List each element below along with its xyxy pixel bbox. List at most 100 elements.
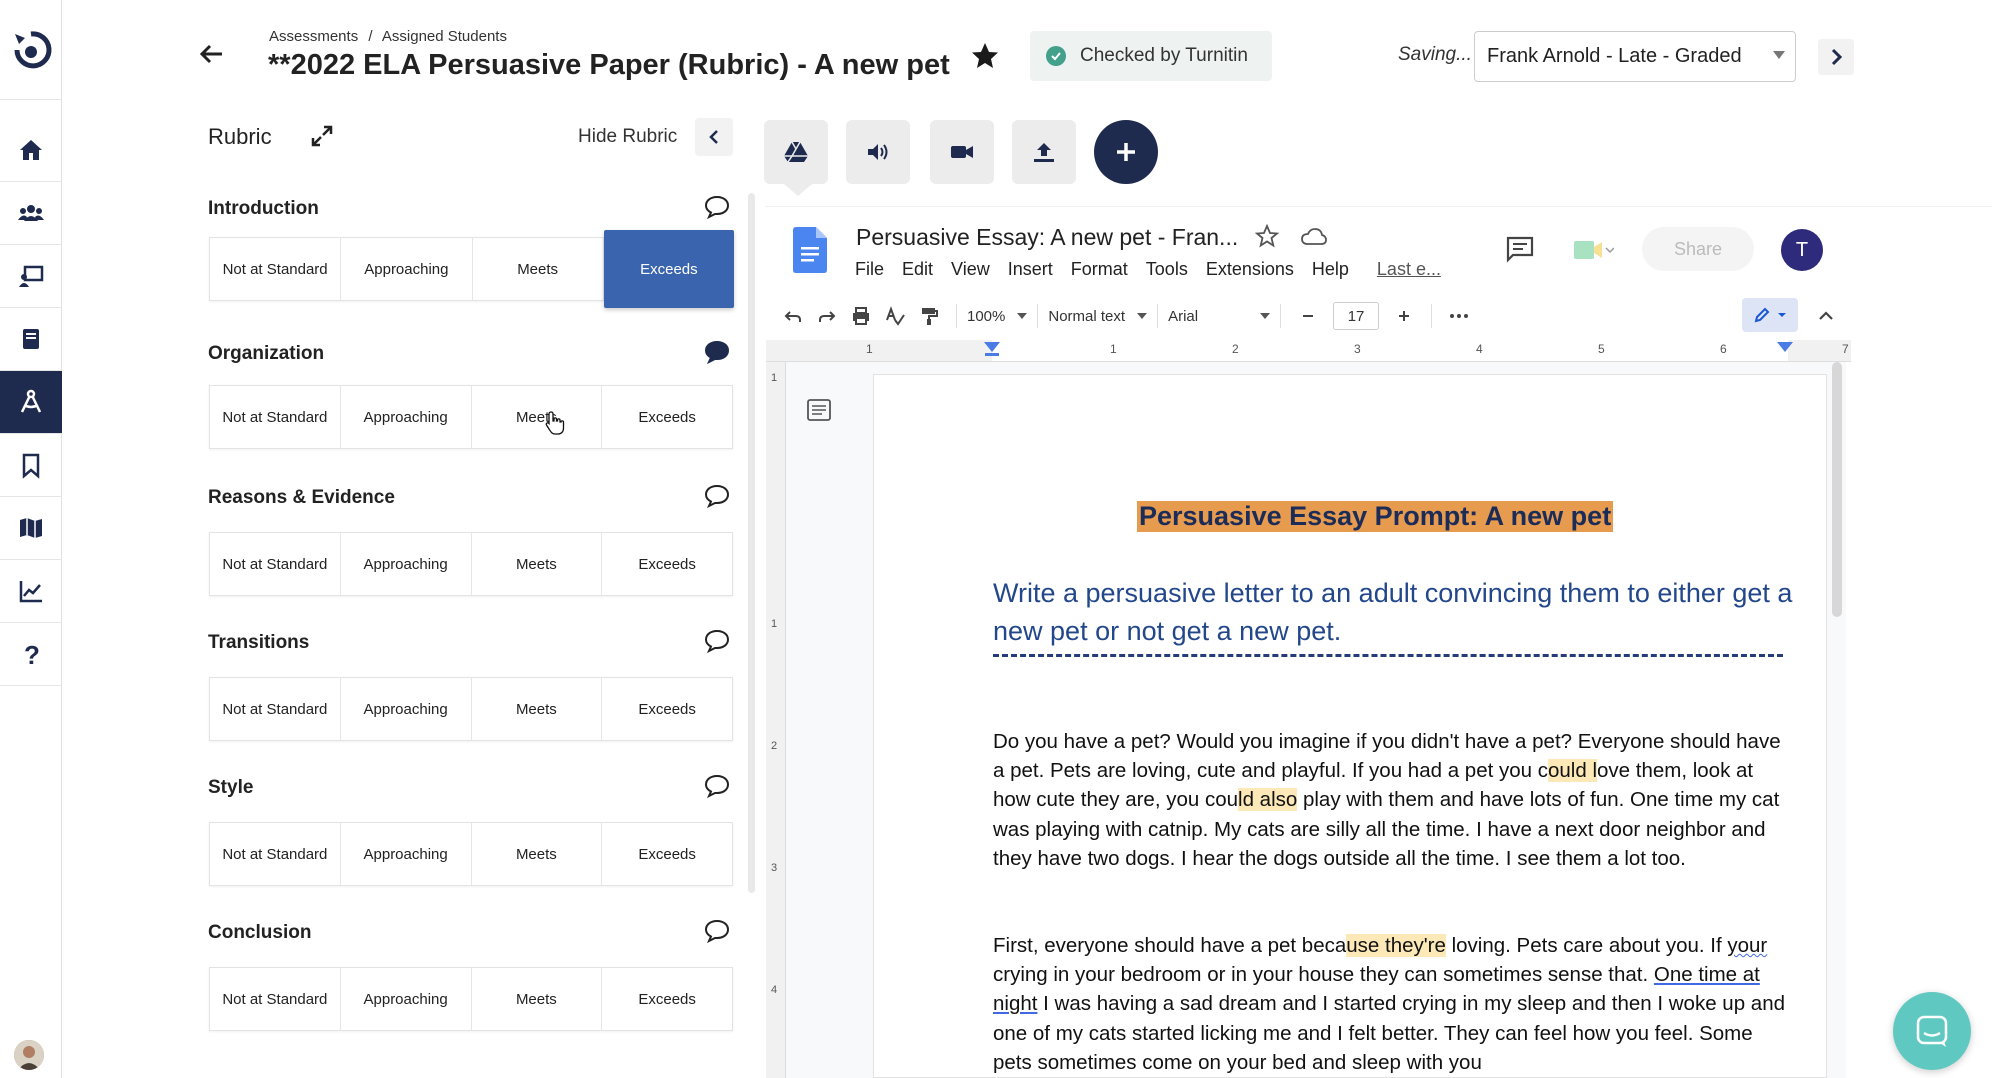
level-meets[interactable]: Meets xyxy=(473,238,604,300)
font-select[interactable]: Arial xyxy=(1168,308,1271,325)
doc-title[interactable]: Persuasive Essay: A new pet - Fran... xyxy=(856,224,1238,251)
menu-tools[interactable]: Tools xyxy=(1146,259,1188,280)
level-exceeds[interactable]: Exceeds xyxy=(602,386,732,448)
essay-paragraph-1[interactable]: Do you have a pet? Would you imagine if … xyxy=(993,727,1793,873)
indent-marker-icon[interactable] xyxy=(984,342,1000,356)
spellcheck-button[interactable] xyxy=(878,299,912,333)
level-not-at-standard[interactable]: Not at Standard xyxy=(210,823,341,885)
level-not-at-standard[interactable]: Not at Standard xyxy=(210,386,341,448)
document-outline-button[interactable] xyxy=(806,398,832,422)
menu-extensions[interactable]: Extensions xyxy=(1206,259,1294,280)
account-avatar[interactable]: T xyxy=(1781,229,1823,271)
increase-font-size-button[interactable] xyxy=(1387,299,1421,333)
level-exceeds[interactable]: Exceeds xyxy=(602,533,732,595)
doc-comments-button[interactable] xyxy=(1505,235,1535,263)
menu-view[interactable]: View xyxy=(951,259,990,280)
next-student-button[interactable] xyxy=(1818,39,1854,75)
level-exceeds-selected[interactable]: Exceeds xyxy=(603,230,734,308)
undo-button[interactable] xyxy=(776,299,810,333)
user-avatar[interactable] xyxy=(14,1040,44,1070)
editing-mode-button[interactable] xyxy=(1742,298,1798,332)
menu-edit[interactable]: Edit xyxy=(902,259,933,280)
vertical-ruler[interactable] xyxy=(766,362,786,1078)
font-size-input[interactable]: 17 xyxy=(1333,302,1380,330)
comment-button[interactable] xyxy=(703,628,731,654)
more-tools-button[interactable] xyxy=(1442,299,1476,333)
level-exceeds[interactable]: Exceeds xyxy=(602,823,732,885)
comment-button[interactable] xyxy=(703,483,731,509)
level-approaching[interactable]: Approaching xyxy=(341,823,472,885)
hide-menus-button[interactable] xyxy=(1812,302,1840,330)
comment-button-filled[interactable] xyxy=(703,339,731,365)
level-meets[interactable]: Meets xyxy=(472,823,603,885)
comment-button[interactable] xyxy=(703,194,731,220)
video-button[interactable] xyxy=(930,120,994,184)
level-meets[interactable]: Meets xyxy=(472,678,603,740)
essay-paragraph-2[interactable]: First, everyone should have a pet becaus… xyxy=(993,931,1793,1077)
add-button[interactable] xyxy=(1094,120,1158,184)
print-button[interactable] xyxy=(844,299,878,333)
level-not-at-standard[interactable]: Not at Standard xyxy=(210,533,341,595)
breadcrumb-assigned-students[interactable]: Assigned Students xyxy=(382,28,507,45)
level-meets[interactable]: Meets xyxy=(472,386,603,448)
menu-help[interactable]: Help xyxy=(1312,259,1349,280)
ruler-tick: 1 xyxy=(1110,342,1117,356)
favorite-button[interactable] xyxy=(970,41,1000,71)
last-edit-link[interactable]: Last e... xyxy=(1377,259,1441,280)
comment-button[interactable] xyxy=(703,918,731,944)
nav-reports[interactable] xyxy=(0,560,62,623)
nav-users[interactable] xyxy=(0,182,62,245)
redo-button[interactable] xyxy=(810,299,844,333)
level-approaching[interactable]: Approaching xyxy=(341,678,472,740)
audio-button[interactable] xyxy=(846,120,910,184)
level-not-at-standard[interactable]: Not at Standard xyxy=(210,968,341,1030)
level-exceeds[interactable]: Exceeds xyxy=(602,968,732,1030)
pencil-icon xyxy=(1754,307,1770,323)
doc-star-button[interactable] xyxy=(1254,223,1280,248)
level-approaching[interactable]: Approaching xyxy=(341,533,472,595)
app-logo[interactable] xyxy=(0,0,62,100)
home-icon xyxy=(20,140,42,160)
level-not-at-standard[interactable]: Not at Standard xyxy=(210,238,342,300)
rubric-scrollbar[interactable] xyxy=(748,193,755,893)
menu-insert[interactable]: Insert xyxy=(1008,259,1053,280)
level-not-at-standard[interactable]: Not at Standard xyxy=(210,678,341,740)
menu-format[interactable]: Format xyxy=(1071,259,1128,280)
zoom-select[interactable]: 100% xyxy=(967,308,1028,325)
google-meet-button[interactable] xyxy=(1572,237,1615,263)
nav-help[interactable]: ? xyxy=(0,623,62,686)
paint-format-button[interactable] xyxy=(912,299,946,333)
expand-rubric-button[interactable] xyxy=(310,124,334,148)
menu-file[interactable]: File xyxy=(855,259,884,280)
level-meets[interactable]: Meets xyxy=(472,968,603,1030)
chat-launcher[interactable] xyxy=(1893,992,1971,1070)
paragraph-style-select[interactable]: Normal text xyxy=(1048,308,1148,325)
google-drive-button[interactable] xyxy=(764,120,828,184)
nav-classes[interactable] xyxy=(0,245,62,308)
share-button[interactable]: Share xyxy=(1642,227,1754,271)
level-approaching[interactable]: Approaching xyxy=(341,386,472,448)
level-exceeds[interactable]: Exceeds xyxy=(602,678,732,740)
back-button[interactable] xyxy=(196,38,228,70)
google-docs-icon[interactable] xyxy=(793,227,827,273)
dropdown-caret-icon xyxy=(1260,313,1271,319)
doc-cloud-status[interactable] xyxy=(1300,226,1328,248)
upload-button[interactable] xyxy=(1012,120,1076,184)
level-approaching[interactable]: Approaching xyxy=(341,238,473,300)
doc-scrollbar[interactable] xyxy=(1832,362,1842,617)
hide-rubric-label[interactable]: Hide Rubric xyxy=(578,126,677,148)
hide-rubric-button[interactable] xyxy=(695,118,733,156)
nav-bookmarks[interactable] xyxy=(0,434,62,497)
level-approaching[interactable]: Approaching xyxy=(341,968,472,1030)
student-select[interactable]: Frank Arnold - Late - Graded xyxy=(1474,31,1796,82)
rubric-levels-transitions: Not at Standard Approaching Meets Exceed… xyxy=(209,677,733,741)
level-meets[interactable]: Meets xyxy=(472,533,603,595)
comment-button[interactable] xyxy=(703,773,731,799)
nav-library[interactable] xyxy=(0,308,62,371)
nav-assessments[interactable] xyxy=(0,371,62,434)
right-indent-marker-icon[interactable] xyxy=(1777,342,1793,354)
breadcrumb-assessments[interactable]: Assessments xyxy=(269,28,358,45)
nav-map[interactable] xyxy=(0,497,62,560)
nav-home[interactable] xyxy=(0,119,62,182)
decrease-font-size-button[interactable] xyxy=(1291,299,1325,333)
